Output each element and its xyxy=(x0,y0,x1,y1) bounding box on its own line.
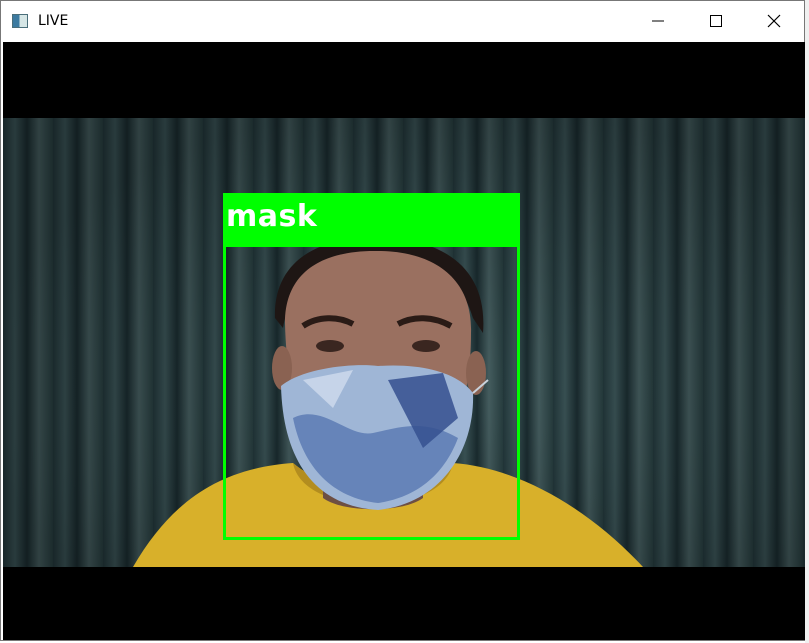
face-bounding-box xyxy=(223,244,520,540)
maximize-icon xyxy=(710,15,722,27)
window-title: LIVE xyxy=(38,13,69,29)
minimize-button[interactable] xyxy=(629,1,687,41)
camera-frame: mask xyxy=(3,118,805,567)
maximize-button[interactable] xyxy=(687,1,745,41)
close-button[interactable] xyxy=(745,1,803,41)
video-viewport: mask xyxy=(3,42,805,640)
close-icon xyxy=(767,14,781,28)
live-window: LIVE mask xyxy=(0,0,805,641)
window-edge xyxy=(805,0,809,643)
minimize-icon xyxy=(652,20,664,22)
detection-label: mask xyxy=(226,199,318,234)
title-bar[interactable]: LIVE xyxy=(1,1,804,41)
opencv-window-icon xyxy=(12,14,28,28)
